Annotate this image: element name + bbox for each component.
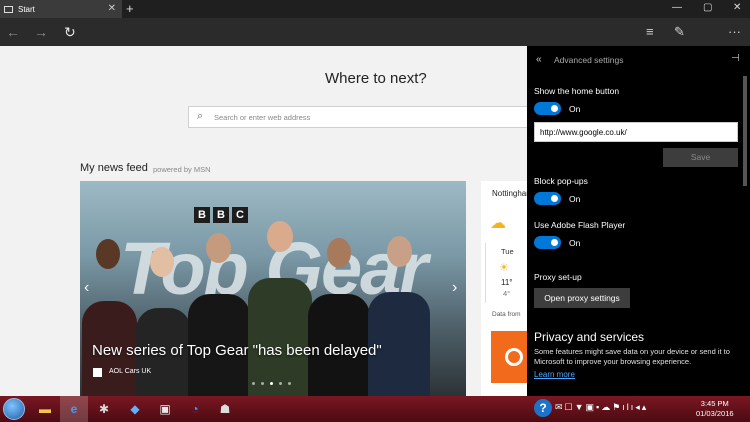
home-button-state: On <box>569 104 581 114</box>
block-popups-label: Block pop-ups <box>534 176 588 186</box>
more-actions-button[interactable]: ··· <box>728 24 741 39</box>
flash-player-state: On <box>569 238 581 248</box>
edge-browser-icon[interactable]: e <box>65 400 83 418</box>
forecast-high: 11° <box>501 278 513 287</box>
start-button[interactable] <box>3 398 25 420</box>
weather-city: Nottingham <box>492 189 527 198</box>
panel-title: Advanced settings <box>554 55 624 65</box>
save-button[interactable]: Save <box>663 148 738 167</box>
panel-scrollbar[interactable] <box>743 76 747 186</box>
clock[interactable]: 3:45 PM 01/03/2016 <box>696 399 734 419</box>
page-heading: Where to next? <box>325 70 427 87</box>
block-popups-toggle[interactable] <box>534 192 561 205</box>
hero-headline[interactable]: New series of Top Gear "has been delayed… <box>92 342 382 359</box>
slide-indicator <box>252 382 291 385</box>
refresh-button[interactable]: ↻ <box>64 24 76 41</box>
open-proxy-settings-button[interactable]: Open proxy settings <box>534 288 630 308</box>
weather-tile[interactable] <box>491 331 527 383</box>
privacy-services-heading: Privacy and services <box>534 330 645 344</box>
slide-dot[interactable] <box>252 382 255 385</box>
clock-date: 01/03/2016 <box>696 409 734 418</box>
app-icon[interactable]: ▣ <box>156 400 174 418</box>
next-slide-button[interactable]: › <box>452 279 457 297</box>
block-popups-state: On <box>569 194 581 204</box>
file-explorer-icon[interactable]: ▬ <box>36 400 54 418</box>
weather-data-source: Data from <box>492 311 521 318</box>
news-feed-powered-by: powered by MSN <box>153 165 211 174</box>
slide-dot[interactable] <box>279 382 282 385</box>
app-icon[interactable]: ✱ <box>95 400 113 418</box>
home-button-label: Show the home button <box>534 86 620 96</box>
partly-cloudy-icon: ☁ <box>490 215 506 232</box>
previous-slide-button[interactable]: ‹ <box>84 279 89 297</box>
minimize-button[interactable]: — <box>672 2 682 13</box>
forecast-day: Tue <box>501 247 514 256</box>
web-note-button[interactable]: ✎ <box>674 24 685 40</box>
clock-time: 3:45 PM <box>700 399 729 408</box>
start-page: Where to next? ⌕ Search or enter web add… <box>0 46 527 396</box>
home-button-toggle[interactable] <box>534 102 561 115</box>
slide-dot[interactable] <box>288 382 291 385</box>
hub-button[interactable]: ≡ <box>646 24 654 39</box>
forecast-low: 4° <box>503 289 511 298</box>
source-logo-icon <box>93 368 102 377</box>
sun-icon <box>505 348 523 366</box>
search-input[interactable]: ⌕ Search or enter web address <box>188 106 527 128</box>
search-placeholder: Search or enter web address <box>214 113 311 122</box>
taskbar: ▬ e ✱ ◆ ▣ ◔ ☗ ? ✉☐▼▣▪☁⚑ılı◂▴ 3:45 PM 01/… <box>0 396 750 422</box>
forward-button[interactable]: → <box>34 24 48 40</box>
app-icon[interactable]: ◔ <box>186 400 204 418</box>
weather-card[interactable]: Nottingham ☁ Tue ☀ 11° 4° Data from <box>481 181 527 396</box>
flash-player-label: Use Adobe Flash Player <box>534 220 626 230</box>
help-icon[interactable]: ? <box>534 399 552 417</box>
privacy-services-description: Some features might save data on your de… <box>534 347 730 366</box>
app-icon[interactable]: ☗ <box>216 400 234 418</box>
back-button[interactable]: ← <box>6 24 20 40</box>
hero-source: AOL Cars UK <box>109 368 152 375</box>
home-url-input[interactable]: http://www.google.co.uk/ <box>534 122 738 142</box>
search-icon: ⌕ <box>197 110 204 122</box>
news-feed-title: My news feed <box>80 162 148 174</box>
back-double-chevron-icon[interactable]: « <box>536 54 542 65</box>
hero-news-card[interactable]: B B C Top Gear ‹ › New series of Top Gea… <box>80 181 466 396</box>
system-tray-icons[interactable]: ✉☐▼▣▪☁⚑ılı◂▴ <box>555 402 648 413</box>
learn-more-link[interactable]: Learn more <box>534 370 575 379</box>
divider <box>485 243 486 303</box>
tab-close-icon[interactable]: ✕ <box>108 3 116 14</box>
proxy-setup-label: Proxy set-up <box>534 272 582 282</box>
slide-dot[interactable] <box>261 382 264 385</box>
new-tab-button[interactable]: + <box>126 1 134 16</box>
tab-start[interactable]: Start ✕ <box>0 0 122 18</box>
pin-icon[interactable]: ⊣ <box>731 53 740 64</box>
slide-dot-active[interactable] <box>270 382 273 385</box>
sun-cloud-icon: ☀ <box>499 262 509 274</box>
title-bar: Start ✕ + — ▢ ✕ <box>0 0 750 18</box>
app-icon[interactable]: ◆ <box>126 400 144 418</box>
navigation-bar: ← → ↻ ≡ ✎ ··· <box>0 18 750 46</box>
tab-title: Start <box>18 4 35 14</box>
bbc-logo: B B C <box>194 207 248 223</box>
maximize-button[interactable]: ▢ <box>703 2 712 13</box>
flash-player-toggle[interactable] <box>534 236 561 249</box>
page-icon <box>4 5 13 13</box>
advanced-settings-panel: « Advanced settings ⊣ Show the home butt… <box>527 46 750 396</box>
close-window-button[interactable]: ✕ <box>733 2 741 13</box>
